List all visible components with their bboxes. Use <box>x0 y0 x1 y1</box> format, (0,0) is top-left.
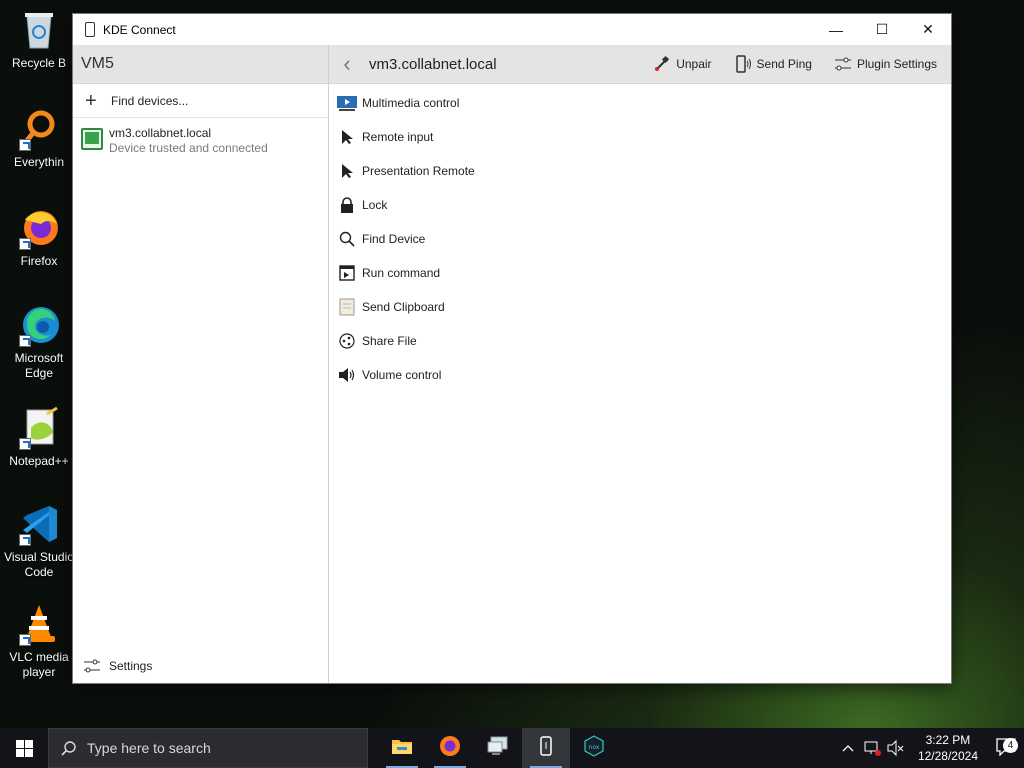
device-list-item[interactable]: vm3.collabnet.local Device trusted and c… <box>73 118 328 163</box>
taskbar: Type here to search nox 3:22 PM 12/28/20… <box>0 728 1024 768</box>
recycle-bin-icon <box>17 8 61 52</box>
speaker-icon <box>337 365 357 385</box>
desktop-icon-edge[interactable]: Microsoft Edge <box>4 303 74 381</box>
chevron-up-icon[interactable] <box>838 744 858 752</box>
device-detail-pane: ‹ vm3.collabnet.local Unpair Send Ping P… <box>329 45 951 683</box>
nox-icon: nox <box>583 734 605 762</box>
plugin-list: Multimedia control Remote input Presenta… <box>329 84 951 392</box>
plugin-volume-control[interactable]: Volume control <box>329 358 951 392</box>
clipboard-icon <box>337 297 357 317</box>
plugin-send-clipboard[interactable]: Send Clipboard <box>329 290 951 324</box>
device-computer-icon <box>81 128 103 150</box>
local-device-name: VM5 <box>73 45 328 84</box>
kde-connect-window: KDE Connect — ☐ ✕ VM5 + Find devices... … <box>72 13 952 684</box>
clock-time: 3:22 PM <box>925 733 971 747</box>
search-icon <box>337 229 357 249</box>
taskbar-file-explorer[interactable] <box>378 728 426 768</box>
search-placeholder: Type here to search <box>87 740 211 756</box>
desktop-icon-recycle-bin[interactable]: Recycle B <box>4 8 74 71</box>
settings-sliders-icon <box>83 658 101 674</box>
svg-text:nox: nox <box>589 744 600 751</box>
close-button[interactable]: ✕ <box>905 14 951 45</box>
minimize-button[interactable]: — <box>813 14 859 45</box>
share-icon <box>337 331 357 351</box>
taskbar-remote-desktop[interactable] <box>474 728 522 768</box>
settings-label: Settings <box>109 659 153 673</box>
sliders-icon <box>834 55 852 73</box>
plugin-lock[interactable]: Lock <box>329 188 951 222</box>
windows-logo-icon <box>15 739 33 757</box>
desktop-icon-vscode[interactable]: Visual Studio Code <box>4 502 74 580</box>
plugin-presentation-remote[interactable]: Presentation Remote <box>329 154 951 188</box>
desktop-icon-firefox[interactable]: Firefox <box>4 206 74 269</box>
everything-search-icon <box>17 107 61 151</box>
taskbar-clock[interactable]: 3:22 PM 12/28/2024 <box>908 732 988 764</box>
phone-icon <box>540 735 552 761</box>
desktop-icon-everything[interactable]: Everythin <box>4 107 74 170</box>
lock-icon <box>337 195 357 215</box>
volume-muted-icon[interactable] <box>886 740 906 756</box>
unpair-plug-icon <box>653 55 671 73</box>
firefox-icon <box>17 206 61 250</box>
phone-icon <box>85 22 95 37</box>
plugin-multimedia-control[interactable]: Multimedia control <box>329 86 951 120</box>
back-arrow-icon[interactable]: ‹ <box>329 51 365 77</box>
taskbar-nox[interactable]: nox <box>570 728 618 768</box>
taskbar-kde-connect[interactable] <box>522 728 570 768</box>
plugin-find-device[interactable]: Find Device <box>329 222 951 256</box>
vlc-icon <box>17 602 61 646</box>
settings-button[interactable]: Settings <box>73 655 152 677</box>
device-title: vm3.collabnet.local <box>369 55 497 73</box>
notepadpp-icon <box>17 406 61 450</box>
plugin-share-file[interactable]: Share File <box>329 324 951 358</box>
multimedia-icon <box>337 93 357 113</box>
device-status: Device trusted and connected <box>109 141 268 155</box>
taskbar-search-box[interactable]: Type here to search <box>48 728 368 768</box>
notification-count-badge: 4 <box>1003 737 1018 753</box>
unpair-button[interactable]: Unpair <box>653 55 712 73</box>
plugin-run-command[interactable]: Run command <box>329 256 951 290</box>
title-bar[interactable]: KDE Connect — ☐ ✕ <box>73 14 951 45</box>
find-devices-label: Find devices... <box>111 93 189 108</box>
clock-date: 12/28/2024 <box>917 749 978 763</box>
plugin-remote-input[interactable]: Remote input <box>329 120 951 154</box>
network-icon[interactable] <box>862 740 882 756</box>
send-ping-button[interactable]: Send Ping <box>734 55 812 73</box>
folder-icon <box>391 737 413 760</box>
desktop-icon-notepadpp[interactable]: Notepad++ <box>4 406 74 469</box>
pointer-icon <box>337 161 357 181</box>
maximize-button[interactable]: ☐ <box>859 14 905 45</box>
plus-icon: + <box>85 89 97 112</box>
device-sidebar: VM5 + Find devices... vm3.collabnet.loca… <box>73 45 329 683</box>
ping-phone-icon <box>734 55 752 73</box>
vscode-icon <box>17 502 61 546</box>
start-button[interactable] <box>0 728 48 768</box>
search-icon <box>61 740 77 756</box>
terminal-icon <box>337 263 357 283</box>
plugin-settings-button[interactable]: Plugin Settings <box>834 55 937 73</box>
pointer-icon <box>337 127 357 147</box>
taskbar-firefox[interactable] <box>426 728 474 768</box>
firefox-icon <box>439 735 461 762</box>
edge-icon <box>17 303 61 347</box>
system-tray: 3:22 PM 12/28/2024 4 <box>836 728 1024 768</box>
find-devices-button[interactable]: + Find devices... <box>73 84 328 118</box>
device-name: vm3.collabnet.local <box>109 126 212 140</box>
notification-center-button[interactable]: 4 <box>988 737 1024 759</box>
desktop-icon-vlc[interactable]: VLC media player <box>4 602 74 680</box>
remote-desktop-icon <box>487 736 509 761</box>
window-title: KDE Connect <box>103 22 176 37</box>
